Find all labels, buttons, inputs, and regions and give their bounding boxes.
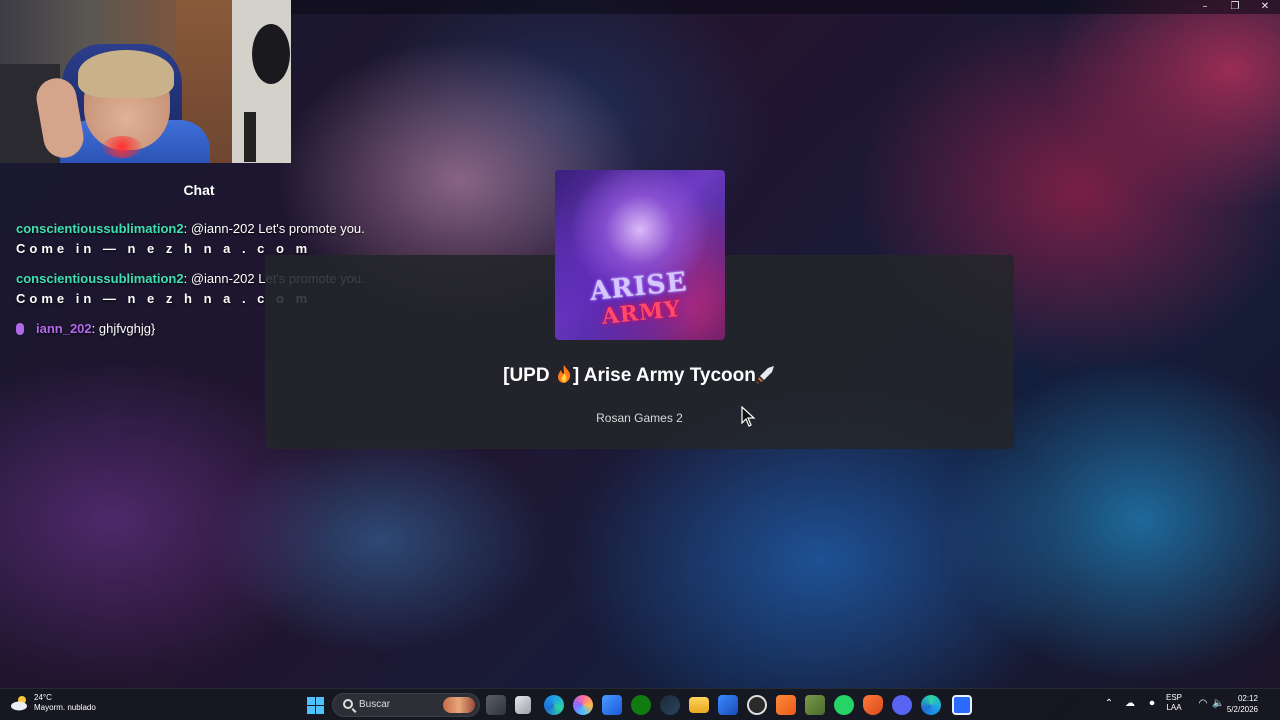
- minimize-icon[interactable]: –: [1190, 0, 1220, 14]
- cloud-sun-icon: [10, 694, 30, 712]
- chat-message: conscientioussublimation2: @iann-202 Let…: [16, 221, 365, 256]
- maximize-icon[interactable]: ❐: [1220, 0, 1250, 14]
- webcam-overlay: [0, 0, 291, 163]
- fire-icon: [557, 365, 571, 383]
- search-icon: [343, 699, 353, 709]
- game-title: [UPD ] Arise Army Tycoon: [265, 364, 1014, 387]
- weather-widget[interactable]: 24°C Mayorm. nublado: [10, 693, 96, 713]
- window-controls: – ❐ ✕: [1190, 0, 1280, 14]
- steam-icon[interactable]: [660, 695, 680, 715]
- cheat-icon[interactable]: [776, 695, 796, 715]
- whatsapp-icon[interactable]: [834, 695, 854, 715]
- game-creator[interactable]: Rosan Games 2: [265, 411, 1014, 425]
- chat-message: iann_202: ghjfvghjg}: [16, 319, 155, 339]
- mic-icon: [16, 323, 24, 335]
- game-thumbnail: ARISE ARMY: [555, 170, 725, 340]
- microphone-icon[interactable]: ⏺: [1146, 698, 1158, 710]
- store-icon[interactable]: [602, 695, 622, 715]
- chat-text-line2: Come in — n e z h n a . c o m: [16, 241, 312, 256]
- screen: – ❐ ✕ Chat conscientioussublimation2: @i…: [0, 0, 1280, 720]
- window-title-bar: [291, 0, 1280, 14]
- minecraft-icon[interactable]: [805, 695, 825, 715]
- taskbar: 24°C Mayorm. nublado Buscar ⌃ ☁ ⏺ ESP LA…: [0, 688, 1280, 720]
- chat-username: conscientioussublimation2: [16, 271, 184, 286]
- edge-icon[interactable]: [544, 695, 564, 715]
- discord-icon[interactable]: [892, 695, 912, 715]
- chat-text: @iann-202 Let's promote you.: [187, 221, 365, 236]
- onedrive-icon[interactable]: ☁: [1124, 698, 1136, 710]
- chat-title: Chat: [183, 182, 215, 198]
- mouse-cursor-icon: [741, 406, 756, 427]
- clock[interactable]: 02:12 5/2/2026: [1227, 693, 1258, 715]
- start-button[interactable]: [307, 697, 324, 714]
- search-box[interactable]: Buscar: [332, 693, 480, 717]
- close-icon[interactable]: ✕: [1250, 0, 1280, 14]
- notepad-icon[interactable]: [515, 696, 531, 714]
- task-view-icon[interactable]: [486, 695, 506, 715]
- edge-dev-icon[interactable]: [921, 695, 941, 715]
- search-placeholder: Buscar: [359, 699, 391, 710]
- chat-username: conscientioussublimation2: [16, 221, 184, 236]
- language-indicator[interactable]: ESP LAA: [1166, 693, 1182, 713]
- thumbnail-logo: ARISE ARMY: [588, 267, 689, 331]
- xbox-icon[interactable]: [631, 695, 651, 715]
- folder-icon[interactable]: [689, 697, 709, 713]
- mail-icon[interactable]: [718, 695, 738, 715]
- weather-condition: Mayorm. nublado: [34, 703, 96, 712]
- brave-icon[interactable]: [863, 695, 883, 715]
- obs-icon[interactable]: [747, 695, 767, 715]
- weather-temp: 24°C: [34, 693, 52, 702]
- chat-username: iann_202: [36, 321, 92, 336]
- search-highlight-image: [443, 697, 475, 713]
- wifi-icon[interactable]: ◠: [1197, 698, 1209, 710]
- roblox-icon[interactable]: [952, 695, 972, 715]
- sword-icon: [755, 366, 774, 384]
- chat-text: ghjfvghjg}: [95, 321, 156, 336]
- volume-icon[interactable]: 🔈: [1212, 698, 1224, 710]
- copilot-icon[interactable]: [573, 695, 593, 715]
- chevron-up-icon[interactable]: ⌃: [1103, 698, 1115, 710]
